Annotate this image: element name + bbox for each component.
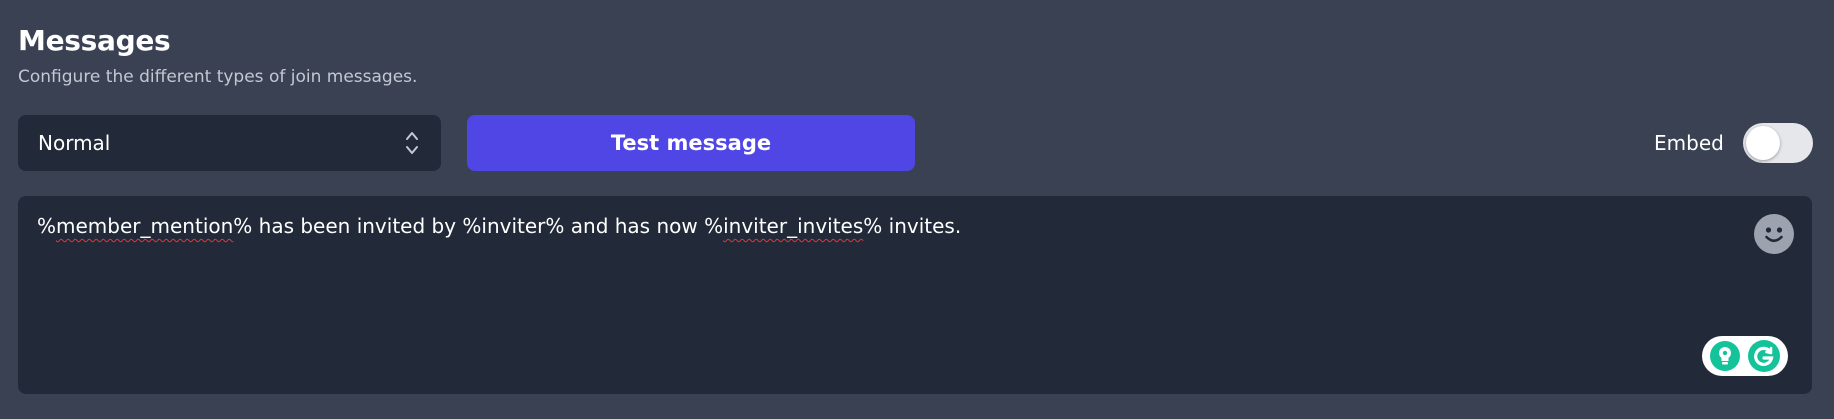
message-text-segment: % has been invited by %inviter% and has … [233, 214, 724, 238]
misspelled-word: inviter_invites [723, 214, 864, 238]
test-message-button[interactable]: Test message [467, 115, 915, 171]
embed-label: Embed [1654, 131, 1724, 155]
message-text-segment: % invites. [863, 214, 962, 238]
messages-settings-page: Messages Configure the different types o… [0, 0, 1834, 419]
lightbulb-icon [1710, 341, 1740, 371]
message-type-select-value: Normal [38, 131, 111, 155]
misspelled-word: member_mention [56, 214, 234, 238]
message-text[interactable]: %member_mention% has been invited by %in… [37, 212, 1793, 240]
message-editor[interactable]: %member_mention% has been invited by %in… [18, 196, 1812, 394]
embed-toggle-knob [1746, 126, 1780, 160]
writing-assistant-widget[interactable] [1702, 336, 1788, 376]
page-subtitle: Configure the different types of join me… [18, 67, 418, 87]
up-down-chevron-icon [403, 129, 421, 157]
emoji-picker-button[interactable] [1754, 214, 1794, 254]
embed-toggle[interactable] [1743, 123, 1813, 163]
message-text-segment: % [37, 214, 57, 238]
grammarly-icon [1748, 340, 1780, 372]
page-title: Messages [18, 24, 171, 57]
smiley-face-icon [1765, 227, 1783, 243]
message-type-select[interactable]: Normal [18, 115, 441, 171]
